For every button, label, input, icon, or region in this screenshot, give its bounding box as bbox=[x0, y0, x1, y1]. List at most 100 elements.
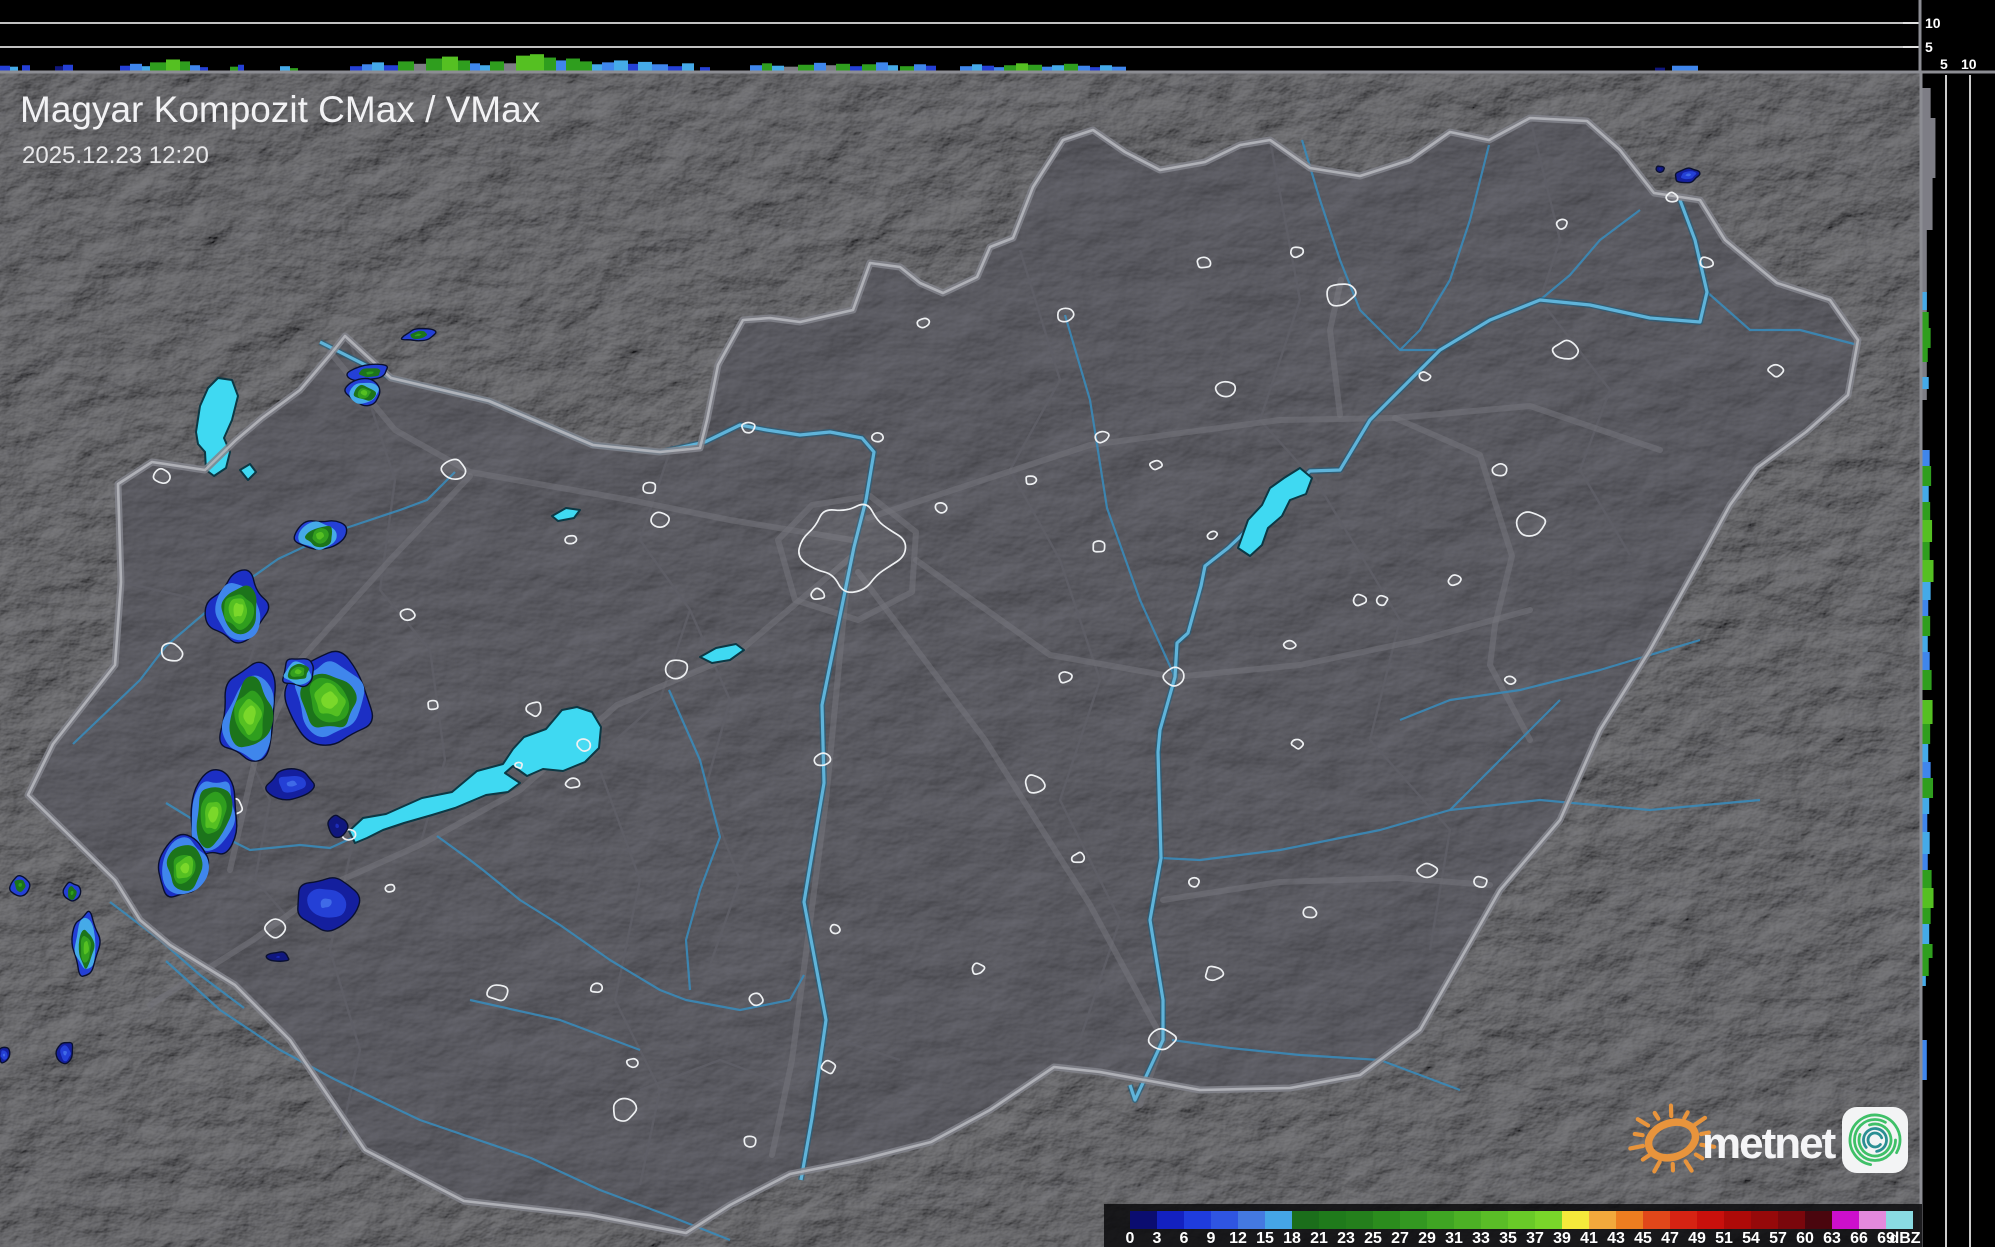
top-profile-bar bbox=[1052, 65, 1064, 71]
top-profile-bar bbox=[926, 65, 936, 71]
right-profile-bar bbox=[1922, 118, 1936, 178]
scale-swatch bbox=[1157, 1211, 1184, 1229]
top-profile-bar bbox=[200, 67, 208, 71]
dbz-color-scale: 0 3 6 9 12 15 18 21 23 25 27 29 31 33 35 37 39 41 43 45 47 49… bbox=[1104, 1204, 1922, 1247]
right-profile-bar bbox=[1922, 670, 1932, 690]
scale-tick-label: 66 bbox=[1850, 1230, 1868, 1247]
city-outline bbox=[916, 317, 931, 329]
top-axis-tick-5: 5 bbox=[1925, 39, 1933, 55]
scale-swatch bbox=[1292, 1211, 1319, 1229]
top-profile-bar bbox=[900, 66, 914, 71]
city-outline bbox=[650, 511, 670, 529]
top-profile-bar bbox=[762, 63, 772, 71]
right-profile-bar bbox=[1922, 377, 1929, 389]
city-outline bbox=[743, 1135, 757, 1148]
city-outline bbox=[1352, 593, 1368, 607]
right-profile-bar bbox=[1922, 292, 1927, 310]
right-profile-bar bbox=[1922, 616, 1931, 636]
top-profile-bar bbox=[480, 65, 490, 71]
scale-tick-label: 29 bbox=[1418, 1230, 1436, 1247]
scale-swatch bbox=[1751, 1211, 1778, 1229]
city-outline bbox=[1375, 594, 1389, 607]
right-axis-tick-10: 10 bbox=[1961, 56, 1977, 72]
scale-swatch bbox=[1508, 1211, 1535, 1229]
top-profile-bar bbox=[1100, 65, 1112, 71]
scale-labels: 0 3 6 9 12 15 18 21 23 25 27 29 31 33 35 37 39 41 43 45 47 49… bbox=[1126, 1230, 1895, 1247]
scale-tick-label: 6 bbox=[1180, 1230, 1189, 1247]
top-profile-bar bbox=[414, 63, 426, 71]
top-profile-bar bbox=[470, 63, 480, 71]
right-profile-bar bbox=[1922, 328, 1931, 348]
top-profile-bar bbox=[230, 66, 238, 71]
top-profile-bar bbox=[10, 66, 18, 71]
scale-tick-label: 57 bbox=[1769, 1230, 1787, 1247]
top-profile-bar bbox=[142, 66, 150, 71]
scale-swatch bbox=[1832, 1211, 1859, 1229]
right-profile-bar bbox=[1922, 944, 1933, 958]
scale-tick-label: 9 bbox=[1207, 1230, 1216, 1247]
timestamp: 2025.12.23 12:20 bbox=[22, 142, 209, 169]
scale-tick-label: 18 bbox=[1283, 1230, 1301, 1247]
top-profile-bar bbox=[814, 62, 826, 71]
top-profile-bar bbox=[862, 64, 876, 71]
city-outline bbox=[748, 992, 764, 1007]
top-profile-bar bbox=[372, 62, 384, 71]
top-profile-bar bbox=[280, 66, 290, 71]
scale-tick-label: 25 bbox=[1364, 1230, 1382, 1247]
right-axis-tick-5: 5 bbox=[1940, 56, 1948, 72]
scale-tick-label: 63 bbox=[1823, 1230, 1841, 1247]
city-outline bbox=[1416, 862, 1439, 879]
top-profile-bar bbox=[458, 60, 470, 71]
map-area bbox=[0, 73, 1922, 1247]
scale-swatch bbox=[1643, 1211, 1670, 1229]
city-outline bbox=[934, 501, 948, 514]
right-profile-bar bbox=[1922, 312, 1929, 328]
top-profile-bar bbox=[556, 60, 566, 71]
top-profile-bar bbox=[850, 66, 862, 71]
city-outline bbox=[427, 699, 439, 711]
scale-tick-label: 47 bbox=[1661, 1230, 1679, 1247]
right-profile-bar bbox=[1922, 744, 1929, 762]
right-profile-bar bbox=[1922, 778, 1934, 798]
city-outline bbox=[1447, 574, 1462, 587]
top-profile-bar bbox=[1090, 67, 1100, 71]
top-profile-bar bbox=[1004, 65, 1016, 71]
right-profile-bar bbox=[1922, 924, 1930, 944]
city-outline bbox=[1214, 380, 1237, 398]
top-profile-bar bbox=[580, 61, 592, 71]
top-profile-bar bbox=[1042, 66, 1052, 71]
scale-swatch bbox=[1238, 1211, 1265, 1229]
scale-tick-label: 43 bbox=[1607, 1230, 1625, 1247]
top-profile-bar bbox=[166, 59, 180, 71]
top-profile-bar bbox=[180, 61, 190, 71]
city-outline bbox=[664, 659, 689, 680]
top-profile-bar bbox=[362, 64, 372, 71]
top-profile-bar bbox=[530, 54, 544, 71]
scale-swatch bbox=[1373, 1211, 1400, 1229]
top-profile-bar bbox=[22, 65, 30, 71]
scale-swatch bbox=[1724, 1211, 1751, 1229]
city-outline bbox=[829, 923, 841, 935]
scale-tick-label: 3 bbox=[1153, 1230, 1162, 1247]
right-profile-bar bbox=[1922, 908, 1931, 924]
top-profile-bar bbox=[490, 61, 504, 71]
city-outline bbox=[1187, 876, 1200, 888]
right-profile-bar bbox=[1922, 814, 1928, 832]
right-profile-bar bbox=[1922, 798, 1930, 814]
city-outline bbox=[486, 984, 509, 1002]
scale-tick-label: 39 bbox=[1553, 1230, 1571, 1247]
top-profile-bar bbox=[592, 64, 602, 71]
scale-swatch bbox=[1616, 1211, 1643, 1229]
right-profile-bar bbox=[1922, 854, 1928, 870]
top-axis-tick-10: 10 bbox=[1925, 15, 1941, 31]
top-profile-bar bbox=[682, 63, 694, 71]
top-profile-bar bbox=[914, 64, 926, 71]
scale-swatches bbox=[1130, 1211, 1913, 1229]
scale-swatch bbox=[1319, 1211, 1346, 1229]
top-profile-bar bbox=[190, 65, 200, 71]
scale-swatch bbox=[1454, 1211, 1481, 1229]
scale-swatch bbox=[1130, 1211, 1157, 1229]
scale-tick-label: 0 bbox=[1126, 1230, 1135, 1247]
top-profile-bar bbox=[398, 61, 414, 71]
city-outline bbox=[514, 761, 523, 770]
